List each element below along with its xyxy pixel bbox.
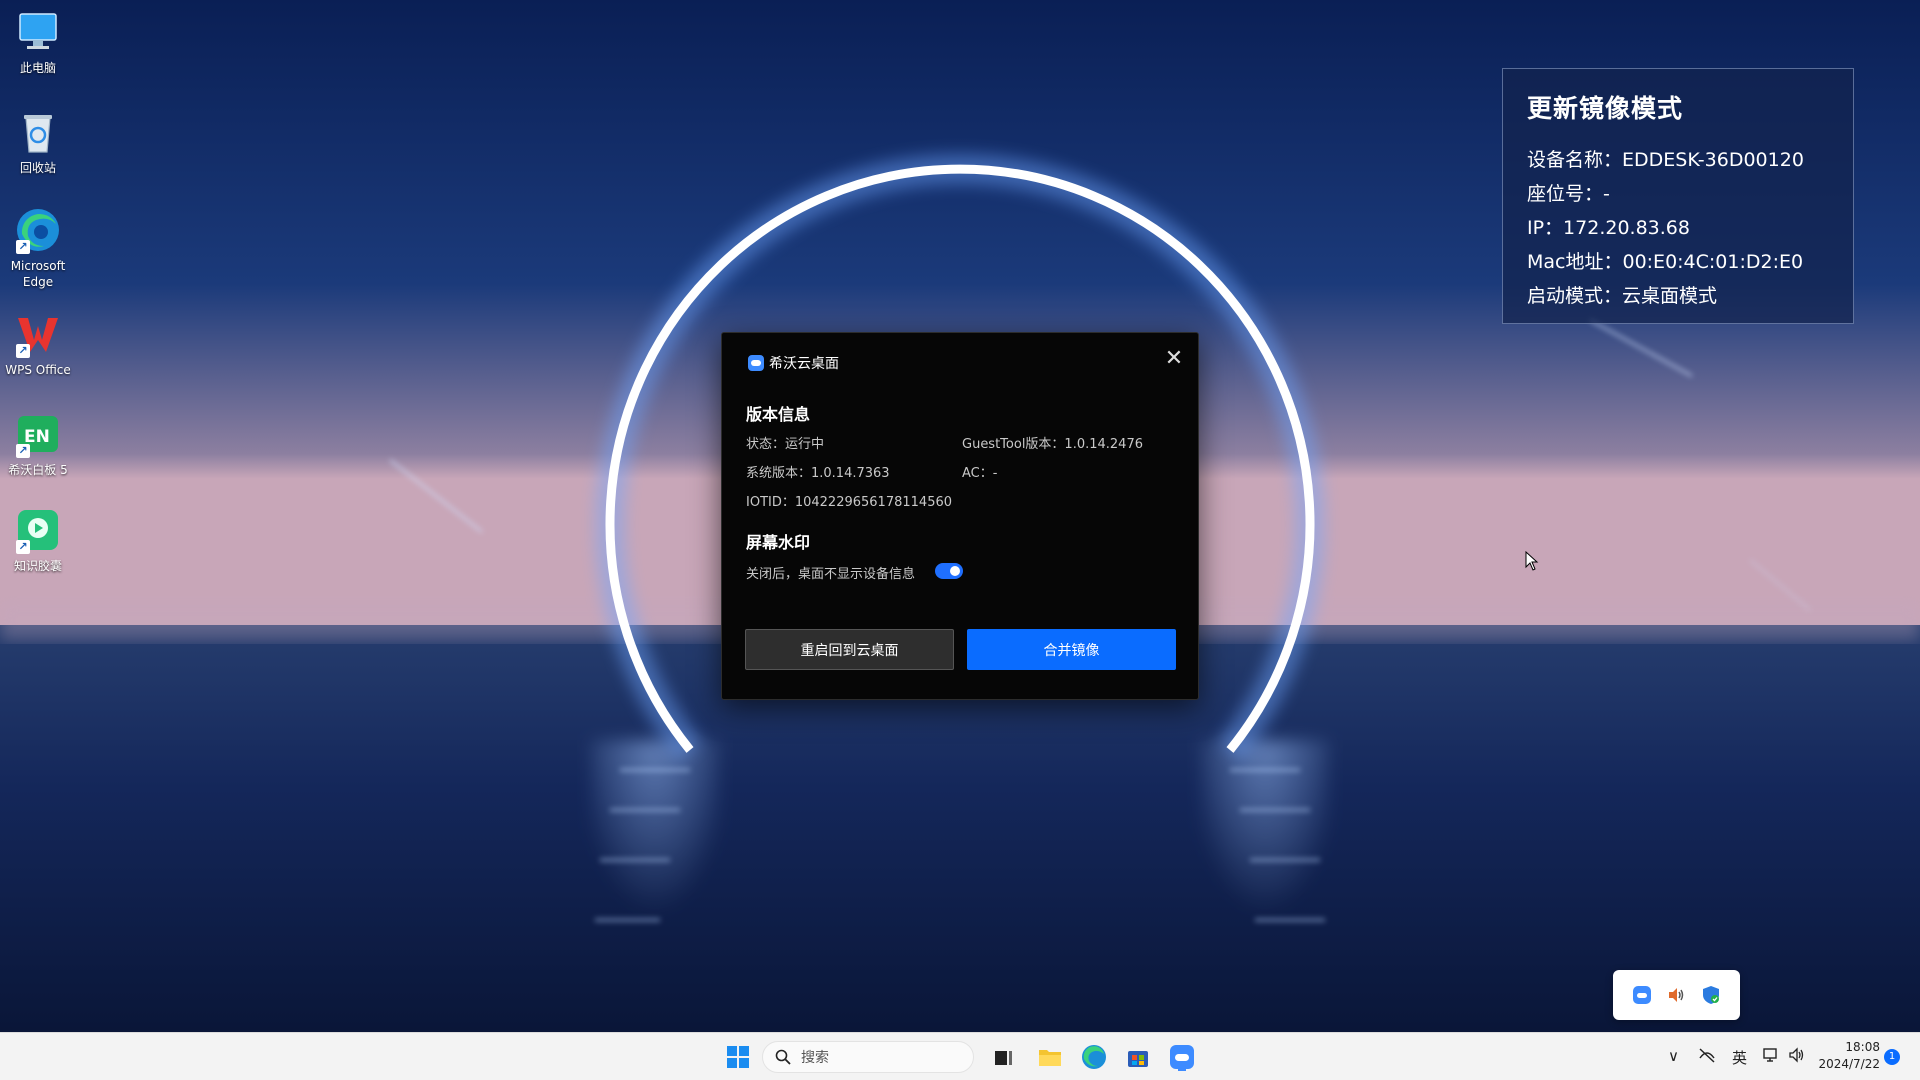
edge-icon xyxy=(1082,1045,1106,1069)
desktop-icon-label: 回收站 xyxy=(19,161,56,175)
cloud-desktop-dialog: 希沃云桌面 ✕ 版本信息 状态：运行中 GuestTool版本：1.0.14.2… xyxy=(721,332,1199,700)
dialog-titlebar: 希沃云桌面 xyxy=(748,353,839,373)
close-icon: ✕ xyxy=(1164,346,1184,371)
file-explorer-button[interactable] xyxy=(1036,1043,1064,1071)
shortcut-arrow-icon: ↗ xyxy=(16,540,30,554)
system-version-text: 系统版本：1.0.14.7363 xyxy=(746,466,890,481)
cloud-desktop-logo-icon xyxy=(748,355,764,371)
desktop-icon-wps[interactable]: ↗ WPS Office xyxy=(2,310,74,378)
volume-icon[interactable] xyxy=(1788,1046,1806,1068)
task-view-icon xyxy=(995,1051,1012,1065)
folder-icon xyxy=(1039,1050,1061,1066)
taskbar: 搜索 ∨ 英 18:08 2024/7/22 1 xyxy=(0,1032,1920,1080)
desktop-icon-edge[interactable]: ↗ Microsoft Edge xyxy=(2,206,74,290)
info-ip: IP：172.20.83.68 xyxy=(1527,217,1690,239)
desktop-icon-this-pc[interactable]: 此电脑 xyxy=(2,8,74,76)
input-language-indicator[interactable]: 英 xyxy=(1732,1047,1747,1068)
store-icon xyxy=(1128,1051,1148,1067)
info-mac-address: Mac地址：00:E0:4C:01:D2:E0 xyxy=(1527,251,1804,273)
close-button[interactable]: ✕ xyxy=(1160,345,1188,373)
restart-to-cloud-desktop-button[interactable]: 重启回到云桌面 xyxy=(745,629,954,670)
cloud-desktop-icon[interactable] xyxy=(1632,985,1652,1005)
cloud-desktop-icon xyxy=(1170,1045,1194,1071)
guesttool-version-text: GuestTool版本：1.0.14.2476 xyxy=(962,437,1143,452)
mouse-cursor-icon xyxy=(1525,550,1539,575)
device-info-panel: 更新镜像模式 设备名称：EDDESK-36D00120 座位号：- IP：172… xyxy=(1502,68,1854,324)
cloud-desktop-taskbar-button[interactable] xyxy=(1168,1043,1196,1071)
seewo-board-icon: EN ↗ xyxy=(14,410,62,458)
start-button[interactable] xyxy=(724,1043,752,1071)
taskbar-clock[interactable]: 18:08 2024/7/22 xyxy=(1818,1039,1880,1073)
windows-logo-icon xyxy=(727,1046,749,1068)
network-off-icon[interactable] xyxy=(1698,1046,1716,1068)
edge-icon: ↗ xyxy=(14,206,62,254)
desktop-icon-label: 知识胶囊 xyxy=(13,559,62,573)
desktop-icon-knowledge-capsule[interactable]: ↗ 知识胶囊 xyxy=(2,506,74,574)
notification-badge[interactable]: 1 xyxy=(1884,1049,1900,1065)
taskbar-search-box[interactable]: 搜索 xyxy=(762,1041,974,1073)
info-boot-mode: 启动模式：云桌面模式 xyxy=(1527,285,1718,307)
tray-overflow-chevron[interactable]: ∨ xyxy=(1668,1047,1679,1065)
iotid-text: IOTID：1042229656178114560 xyxy=(746,495,953,510)
tray-overflow-flyout xyxy=(1613,970,1740,1020)
desktop-icon-seewo-board[interactable]: EN ↗ 希沃白板 5 xyxy=(2,410,74,478)
toggle-knob xyxy=(950,566,960,576)
knowledge-capsule-icon: ↗ xyxy=(14,506,62,554)
clock-time: 18:08 xyxy=(1845,1040,1880,1054)
info-device-name: 设备名称：EDDESK-36D00120 xyxy=(1527,149,1804,171)
desktop-icon-label: Microsoft Edge xyxy=(10,259,66,289)
search-icon xyxy=(775,1049,791,1065)
recycle-bin-icon xyxy=(14,108,62,156)
desktop-icon-label: 希沃白板 5 xyxy=(8,463,68,477)
store-button[interactable] xyxy=(1124,1043,1152,1071)
wps-icon: ↗ xyxy=(14,310,62,358)
speaker-icon[interactable] xyxy=(1666,985,1686,1005)
edge-taskbar-button[interactable] xyxy=(1080,1043,1108,1071)
clock-date: 2024/7/22 xyxy=(1818,1057,1880,1071)
info-seat-number: 座位号：- xyxy=(1527,183,1610,205)
dialog-app-name: 希沃云桌面 xyxy=(769,356,839,372)
merge-image-button[interactable]: 合并镜像 xyxy=(967,629,1176,670)
computer-icon xyxy=(14,8,62,56)
ac-text: AC：- xyxy=(962,466,998,481)
desktop-icon-label: 此电脑 xyxy=(19,61,56,75)
desktop-icon-label: WPS Office xyxy=(5,363,71,377)
shortcut-arrow-icon: ↗ xyxy=(16,240,30,254)
watermark-heading: 屏幕水印 xyxy=(746,533,811,552)
shortcut-arrow-icon: ↗ xyxy=(16,344,30,358)
display-network-icon[interactable] xyxy=(1762,1046,1780,1068)
security-shield-icon[interactable] xyxy=(1701,985,1721,1005)
watermark-description: 关闭后，桌面不显示设备信息 xyxy=(746,567,916,582)
version-info-heading: 版本信息 xyxy=(746,405,811,424)
watermark-toggle[interactable] xyxy=(935,563,963,579)
info-panel-title: 更新镜像模式 xyxy=(1527,94,1684,123)
status-text: 状态：运行中 xyxy=(746,437,825,452)
task-view-button[interactable] xyxy=(990,1043,1018,1071)
desktop-icon-recycle-bin[interactable]: 回收站 xyxy=(2,108,74,176)
shortcut-arrow-icon: ↗ xyxy=(16,444,30,458)
search-label: 搜索 xyxy=(801,1050,829,1066)
